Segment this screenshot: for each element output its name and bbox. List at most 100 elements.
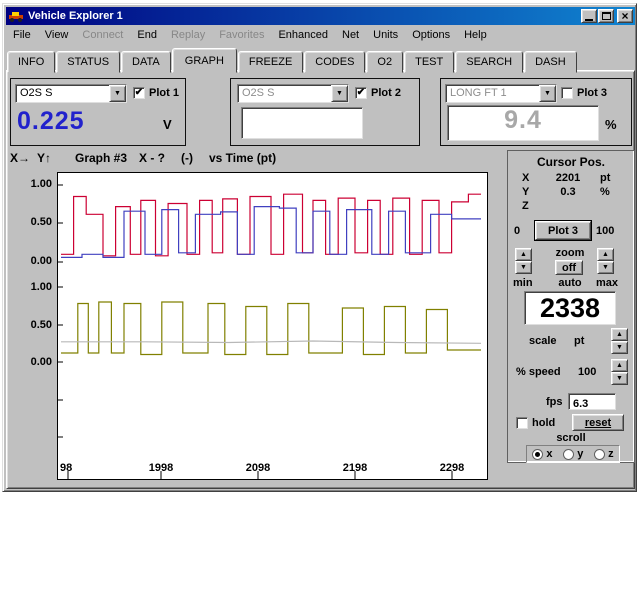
chevron-down-icon[interactable]: ▼ [331,85,348,102]
y-axis-arrow: Y↑ [37,151,51,165]
plot3-unit: % [605,117,617,132]
minimize-button[interactable] [581,9,597,23]
menu-units[interactable]: Units [366,27,405,43]
x-axis-arrow: X→ [10,151,30,165]
tab-data[interactable]: DATA [121,51,171,73]
radio-label: z [608,448,614,460]
chevron-down-icon[interactable]: ▼ [109,85,126,102]
chevron-down-icon[interactable]: ▼ [539,85,556,102]
tab-codes[interactable]: CODES [304,51,365,73]
menu-view[interactable]: View [38,27,76,43]
arrow-up-icon: ▲ [616,362,623,369]
close-button[interactable]: × [617,9,633,23]
max-label: max [596,277,618,289]
spin-down-button[interactable]: ▼ [597,261,614,274]
plot-select-button[interactable]: Plot 3 [535,221,591,240]
close-icon: × [621,11,628,22]
plot2-channel-value: O2S S [238,85,331,102]
maximize-button[interactable] [598,9,614,23]
menu-replay[interactable]: Replay [164,27,212,43]
cursor-y-unit: % [600,186,610,198]
check-icon: ✔ [357,88,365,98]
menu-net[interactable]: Net [335,27,366,43]
spin-down-button[interactable]: ▼ [611,372,628,385]
tab-dash[interactable]: DASH [524,51,577,73]
scroll-z-radio[interactable]: z [594,448,614,460]
spin-up-button[interactable]: ▲ [515,248,532,261]
menu-enhanced[interactable]: Enhanced [271,27,335,43]
scroll-y-radio[interactable]: y [563,448,583,460]
x-tick-label: 1998 [141,462,181,474]
tab-graph[interactable]: GRAPH [172,48,237,73]
zoom-off-button[interactable]: off [555,260,583,275]
y-tick-label: 1.00 [20,178,52,190]
plot3-value: 9.4 [504,106,542,134]
arrow-down-icon: ▼ [602,264,609,271]
speed-value: 100 [578,366,596,378]
tab-status[interactable]: STATUS [56,51,120,73]
position-value: 2338 [540,293,600,324]
menu-options[interactable]: Options [405,27,457,43]
cursor-x-value: 2201 [546,172,590,184]
tab-freeze[interactable]: FREEZE [238,51,303,73]
scroll-x-radio[interactable]: x [532,448,552,460]
plot3-checkbox[interactable]: ✔ Plot 3 [561,87,607,99]
y-tick-label: 1.00 [20,281,52,293]
graph-title: Graph #3 [75,151,127,165]
tab-test[interactable]: TEST [404,51,454,73]
arrow-up-icon: ▲ [520,251,527,258]
plot3-channel-value: LONG FT 1 [446,85,539,102]
title-bar[interactable]: Vehicle Explorer 1 × [6,7,635,25]
spin-up-button[interactable]: ▲ [597,248,614,261]
checkbox-box: ✔ [133,87,145,99]
menu-file[interactable]: File [6,27,38,43]
zoom-min-spinner: ▲ ▼ [515,248,532,274]
arrow-up-icon: ▲ [616,331,623,338]
plot2-channel-select[interactable]: O2S S ▼ [237,84,349,103]
spin-up-button[interactable]: ▲ [611,359,628,372]
spin-down-button[interactable]: ▼ [611,341,628,354]
x-tick-label: 2098 [238,462,278,474]
checkbox-box: ✔ [355,87,367,99]
graph-tab-content: O2S S ▼ ✔ Plot 1 0.225 V O2S S ▼ ✔ Plot … [6,70,635,489]
tab-search[interactable]: SEARCH [455,51,523,73]
radio-icon [563,449,574,460]
arrow-down-icon: ▼ [616,375,623,382]
spin-up-button[interactable]: ▲ [611,328,628,341]
reset-button[interactable]: reset [572,414,624,431]
y-tick-label: 0.00 [20,255,52,267]
scroll-radio-group: x y z [526,445,620,463]
traces-svg [58,173,487,479]
plot3-group: LONG FT 1 ▼ ✔ Plot 3 9.4 % [440,78,632,146]
menu-connect[interactable]: Connect [75,27,130,43]
menu-end[interactable]: End [130,27,164,43]
plot1-group: O2S S ▼ ✔ Plot 1 0.225 V [10,78,186,146]
auto-label: auto [538,277,602,289]
minimize-icon [585,19,593,21]
fps-field: 6.3 [568,393,616,410]
speed-spinner: ▲ ▼ [611,359,628,385]
plot1-checkbox-label: Plot 1 [149,87,179,99]
arrow-down-icon: ▼ [616,344,623,351]
y-tick-label: 0.00 [20,356,52,368]
graph-dash: (-) [181,151,193,165]
check-icon: ✔ [135,88,143,98]
plot1-unit: V [163,117,172,132]
scale-unit: pt [574,335,584,347]
fps-value: 6.3 [569,398,588,410]
tab-info[interactable]: INFO [7,51,55,73]
window-title: Vehicle Explorer 1 [28,10,580,22]
plot2-checkbox[interactable]: ✔ Plot 2 [355,87,401,99]
plot1-channel-select[interactable]: O2S S ▼ [15,84,127,103]
cursor-z-label: Z [522,200,529,212]
hold-checkbox[interactable]: ✔ hold [516,417,555,429]
menu-favorites[interactable]: Favorites [212,27,271,43]
plot1-checkbox[interactable]: ✔ Plot 1 [133,87,179,99]
spin-down-button[interactable]: ▼ [515,261,532,274]
plot3-channel-select[interactable]: LONG FT 1 ▼ [445,84,557,103]
tab-o2[interactable]: O2 [366,51,403,73]
plot-area[interactable]: 98 1998 2098 2198 2298 [57,172,488,480]
menu-help[interactable]: Help [457,27,494,43]
range-high: 100 [596,225,614,237]
maximize-icon [602,12,611,20]
